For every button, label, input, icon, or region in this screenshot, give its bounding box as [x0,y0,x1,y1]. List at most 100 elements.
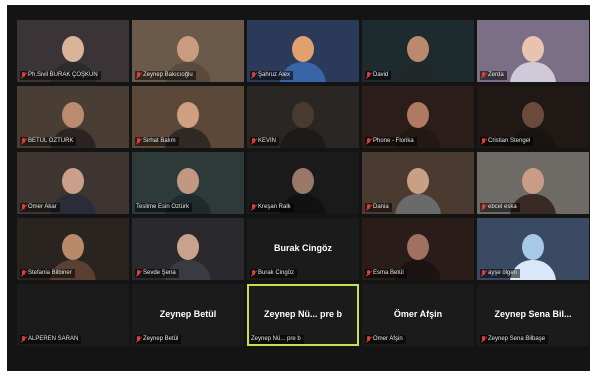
participant-tile[interactable]: ebcel eska [477,152,589,214]
participant-name-label: Zeynep Nü... pre b [250,335,304,344]
participant-name-label: Ömer Afşin [365,335,406,344]
muted-mic-icon [21,336,26,343]
participant-name: ayşe ölgen [488,270,518,276]
participant-tile[interactable]: Phone - Florika [362,86,474,148]
muted-mic-icon [366,204,371,211]
participant-grid: Ph.Sivil BURAK ÇOŞKUN Zeynep Bakıcıoğlu Şa… [17,20,589,346]
participant-tile[interactable]: Zeynep Nü... pre b Zeynep Nü... pre b [247,284,359,346]
participant-name-label: Kreşan Ralk [250,203,294,212]
participant-tile[interactable]: Sirhat Balım [132,86,244,148]
muted-mic-icon [366,72,371,79]
participant-name: Zeynep Betül [143,336,179,342]
participant-name-label: Sevde Şena [135,269,179,278]
participant-name-label: KEVİN [250,137,280,146]
participant-silhouette [510,36,556,82]
muted-mic-icon [481,72,486,79]
participant-name-label: Phone - Florika [365,137,417,146]
participant-display-name: Ömer Afşin [393,309,443,319]
participant-name: Dania [373,204,389,210]
participant-name: Ph.Sivil BURAK ÇOŞKUN [28,72,98,78]
muted-mic-icon [136,270,141,277]
participant-name-label: Şahruz Alex [250,71,294,80]
participant-name-label: Zerda [480,71,507,80]
muted-mic-icon [481,270,486,277]
participant-tile[interactable]: KEVİN [247,86,359,148]
participant-name-label: Esma Betül [365,269,407,278]
participant-tile[interactable]: Ph.Sivil BURAK ÇOŞKUN [17,20,129,82]
participant-tile[interactable]: ayşe ölgen [477,218,589,280]
participant-name-label: Zeynep Betül [135,335,182,344]
participant-tile[interactable]: Stefania Bilbiner [17,218,129,280]
participant-name: Teslime Esin Öztürk [136,204,190,210]
participant-name-label: Ph.Sivil BURAK ÇOŞKUN [20,71,101,80]
muted-mic-icon [21,72,26,79]
participant-name: David [373,72,389,78]
participant-name-label: Ömer Akar [20,203,60,212]
participant-name: ebcel eska [488,204,517,210]
participant-name-label: Zeynep Bakıcıoğlu [135,71,196,80]
participant-tile[interactable]: Burak Cingöz Burak Cingöz [247,218,359,280]
muted-mic-icon [366,336,371,343]
participant-name-label: Dania [365,203,392,212]
participant-display-name: Zeynep Sena Bil... [494,309,572,319]
participant-name-label: Teslime Esin Öztürk [135,203,193,212]
participant-name: Ömer Akar [28,204,57,210]
participant-name-label: BETÜL ÖZTÜRK [20,137,77,146]
participant-name-label: Zeynep Sena Bilbaşe [480,335,549,344]
participant-name-label: Sirhat Balım [135,137,179,146]
participant-name-label: Burak Cingöz [250,269,298,278]
participant-display-name: Zeynep Nü... pre b [263,309,342,319]
participant-tile[interactable]: Ömer Akar [17,152,129,214]
muted-mic-icon [366,138,371,145]
participant-name-label: Stefania Bilbiner [20,269,75,278]
participant-tile[interactable]: Şahruz Alex [247,20,359,82]
participant-name: Phone - Florika [373,138,414,144]
participant-silhouette [280,102,326,148]
participant-name: Burak Cingöz [258,270,295,276]
participant-name: Zerda [488,72,504,78]
participant-name: Zeynep Bakıcıoğlu [143,72,193,78]
muted-mic-icon [481,204,486,211]
muted-mic-icon [251,270,256,277]
muted-mic-icon [481,138,486,145]
participant-name: Kreşan Ralk [258,204,291,210]
participant-name: ALPEREN SARAN [28,336,79,342]
participant-tile[interactable]: Sevde Şena [132,218,244,280]
muted-mic-icon [251,204,256,211]
participant-tile[interactable]: Zeynep Betül Zeynep Betül [132,284,244,346]
participant-silhouette [395,168,441,214]
participant-display-name: Zeynep Betül [159,309,217,319]
participant-tile[interactable]: Ömer Afşin Ömer Afşin [362,284,474,346]
participant-name: Sevde Şena [143,270,176,276]
muted-mic-icon [366,270,371,277]
participant-name: Stefania Bilbiner [28,270,72,276]
participant-tile[interactable]: BETÜL ÖZTÜRK [17,86,129,148]
participant-name: Esma Betül [373,270,404,276]
participant-name: Zeynep Sena Bilbaşe [488,336,546,342]
muted-mic-icon [21,204,26,211]
participant-tile[interactable]: Zerda [477,20,589,82]
muted-mic-icon [21,138,26,145]
participant-tile[interactable]: Esma Betül [362,218,474,280]
participant-name: Şahruz Alex [258,72,291,78]
participant-tile[interactable]: Zeynep Sena Bil... Zeynep Sena Bilbaşe [477,284,589,346]
participant-tile[interactable]: Cristian Stengel [477,86,589,148]
participant-name: Cristian Stengel [488,138,531,144]
participant-tile[interactable]: Zeynep Bakıcıoğlu [132,20,244,82]
participant-name-label: Cristian Stengel [480,137,534,146]
participant-tile[interactable]: Dania [362,152,474,214]
participant-tile[interactable]: Teslime Esin Öztürk [132,152,244,214]
participant-tile[interactable]: David [362,20,474,82]
muted-mic-icon [136,138,141,145]
muted-mic-icon [251,72,256,79]
muted-mic-icon [136,72,141,79]
muted-mic-icon [136,336,141,343]
participant-name: Sirhat Balım [143,138,176,144]
participant-name-label: ayşe ölgen [480,269,521,278]
participant-name: KEVİN [258,138,277,144]
participant-tile[interactable]: ALPEREN SARAN [17,284,129,346]
participant-name: Ömer Afşin [373,336,403,342]
participant-tile[interactable]: Kreşan Ralk [247,152,359,214]
muted-mic-icon [21,270,26,277]
muted-mic-icon [481,336,486,343]
